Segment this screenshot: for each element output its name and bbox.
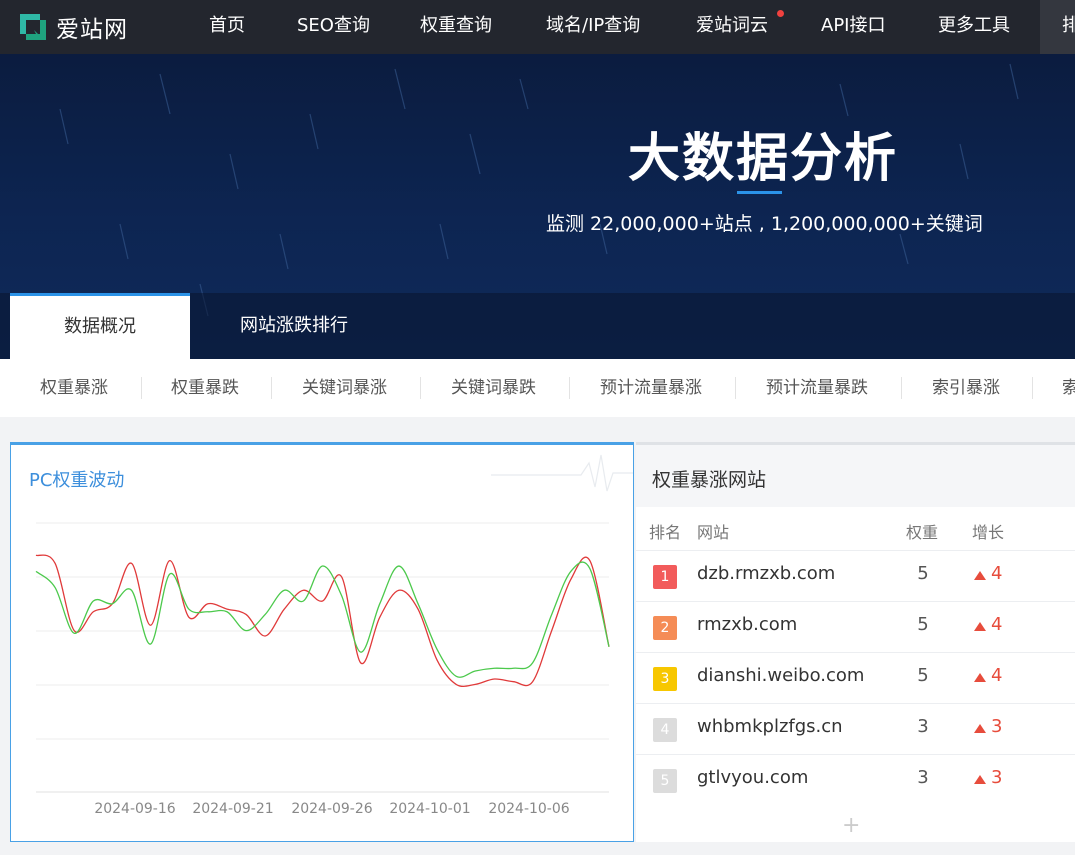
site-link[interactable]: gtlvyou.com — [697, 767, 808, 788]
table-row[interactable]: 5 gtlvyou.com 3 3 — [636, 754, 1075, 806]
subtab-traffic-surge[interactable]: 预计流量暴涨 — [600, 359, 702, 417]
table-row[interactable]: 4 whbmkplzfgs.cn 3 3 — [636, 703, 1075, 755]
up-arrow-icon — [974, 571, 986, 580]
nav-overflow-item[interactable]: 排 — [1040, 0, 1075, 54]
logo-icon — [16, 10, 50, 44]
hero-title-underline — [737, 191, 782, 194]
weight-value: 5 — [917, 665, 929, 686]
nav-home[interactable]: 首页 — [209, 0, 245, 54]
nav-api[interactable]: API接口 — [821, 0, 885, 54]
card-title: 权重暴涨网站 — [652, 469, 767, 491]
subtab-traffic-drop[interactable]: 预计流量暴跌 — [766, 359, 868, 417]
up-arrow-icon — [974, 673, 986, 682]
up-arrow-icon — [974, 724, 986, 733]
sub-tabs: 权重暴涨 权重暴跌 关键词暴涨 关键词暴跌 预计流量暴涨 预计流量暴跌 索引暴涨… — [0, 359, 1075, 417]
logo[interactable]: 爱站网 — [16, 8, 128, 46]
up-arrow-icon — [974, 622, 986, 631]
new-badge-dot — [777, 10, 784, 17]
rank-badge: 5 — [653, 769, 677, 793]
site-link[interactable]: whbmkplzfgs.cn — [697, 716, 843, 737]
growth-value: 4 — [991, 563, 1003, 584]
subtab-overflow[interactable]: 索 — [1062, 359, 1075, 417]
up-arrow-icon — [974, 775, 986, 784]
growth-value: 3 — [991, 767, 1003, 788]
subtab-weight-drop[interactable]: 权重暴跌 — [171, 359, 239, 417]
subtab-keyword-drop[interactable]: 关键词暴跌 — [451, 359, 536, 417]
growth-value: 4 — [991, 614, 1003, 635]
subtab-keyword-surge[interactable]: 关键词暴涨 — [302, 359, 387, 417]
header-rank: 排名 — [649, 523, 682, 542]
divider — [735, 377, 736, 399]
table-row[interactable]: 1 dzb.rmzxb.com 5 4 — [636, 550, 1075, 602]
load-more-icon[interactable]: + — [842, 813, 860, 838]
nav-domain-ip[interactable]: 域名/IP查询 — [546, 0, 640, 54]
rank-badge: 4 — [653, 718, 677, 742]
divider — [569, 377, 570, 399]
divider — [1032, 377, 1033, 399]
x-tick-label: 2024-09-16 — [94, 801, 175, 817]
weight-value: 5 — [917, 614, 929, 635]
chart-title: PC权重波动 — [29, 470, 125, 491]
site-link[interactable]: rmzxb.com — [697, 614, 797, 635]
divider — [141, 377, 142, 399]
rank-badge: 1 — [653, 565, 677, 589]
weight-value: 3 — [917, 716, 929, 737]
line-chart: 2024-09-16 2024-09-21 2024-09-26 2024-10-01… — [35, 454, 633, 817]
header-weight: 权重 — [906, 523, 939, 542]
x-tick-label: 2024-10-01 — [389, 801, 470, 817]
hero-banner: 大数据分析 监测 22,000,000+站点 , 1,200,000,000+关… — [0, 54, 1075, 359]
rank-badge: 2 — [653, 616, 677, 640]
growth-value: 4 — [991, 665, 1003, 686]
divider — [901, 377, 902, 399]
weight-value: 5 — [917, 563, 929, 584]
header-growth: 增长 — [972, 523, 1005, 542]
main-tabs: 数据概况 网站涨跌排行 — [0, 293, 1075, 359]
x-tick-label: 2024-09-26 — [291, 801, 372, 817]
site-link[interactable]: dzb.rmzxb.com — [697, 563, 835, 584]
subtab-weight-surge[interactable]: 权重暴涨 — [40, 359, 108, 417]
header-site: 网站 — [697, 523, 730, 542]
nav-seo[interactable]: SEO查询 — [297, 0, 370, 54]
growth-value: 3 — [991, 716, 1003, 737]
weight-surge-sites-card: 权重暴涨网站 排名 网站 权重 增长 1 dzb.rmzxb.com 5 4 2 rmzx… — [636, 442, 1075, 842]
divider — [420, 377, 421, 399]
nav-wordcloud[interactable]: 爱站词云 — [696, 0, 768, 54]
site-link[interactable]: dianshi.weibo.com — [697, 665, 864, 686]
x-tick-label: 2024-09-21 — [192, 801, 273, 817]
tab-data-overview[interactable]: 数据概况 — [10, 293, 190, 359]
nav-more-tools[interactable]: 更多工具 — [938, 0, 1010, 54]
weight-value: 3 — [917, 767, 929, 788]
pc-weight-chart-card: 2024-09-16 2024-09-21 2024-09-26 2024-10-01… — [10, 442, 634, 842]
rank-badge: 3 — [653, 667, 677, 691]
hero-title: 大数据分析 — [628, 129, 899, 189]
table-row[interactable]: 3 dianshi.weibo.com 5 4 — [636, 652, 1075, 704]
logo-text: 爱站网 — [56, 17, 128, 43]
card-header: 权重暴涨网站 — [636, 445, 1075, 507]
top-navbar: 爱站网 首页 SEO查询 权重查询 域名/IP查询 爱站词云 API接口 更多工… — [0, 0, 1075, 54]
pulse-decoration-icon — [491, 454, 633, 492]
table-row[interactable]: 2 rmzxb.com 5 4 — [636, 601, 1075, 653]
subtab-index-surge[interactable]: 索引暴涨 — [932, 359, 1000, 417]
series-line-1 — [35, 554, 610, 688]
nav-weight[interactable]: 权重查询 — [420, 0, 492, 54]
x-tick-label: 2024-10-06 — [488, 801, 569, 817]
divider — [271, 377, 272, 399]
tab-site-rank-change[interactable]: 网站涨跌排行 — [240, 293, 348, 359]
hero-subtitle: 监测 22,000,000+站点 , 1,200,000,000+关键词 — [546, 213, 983, 235]
